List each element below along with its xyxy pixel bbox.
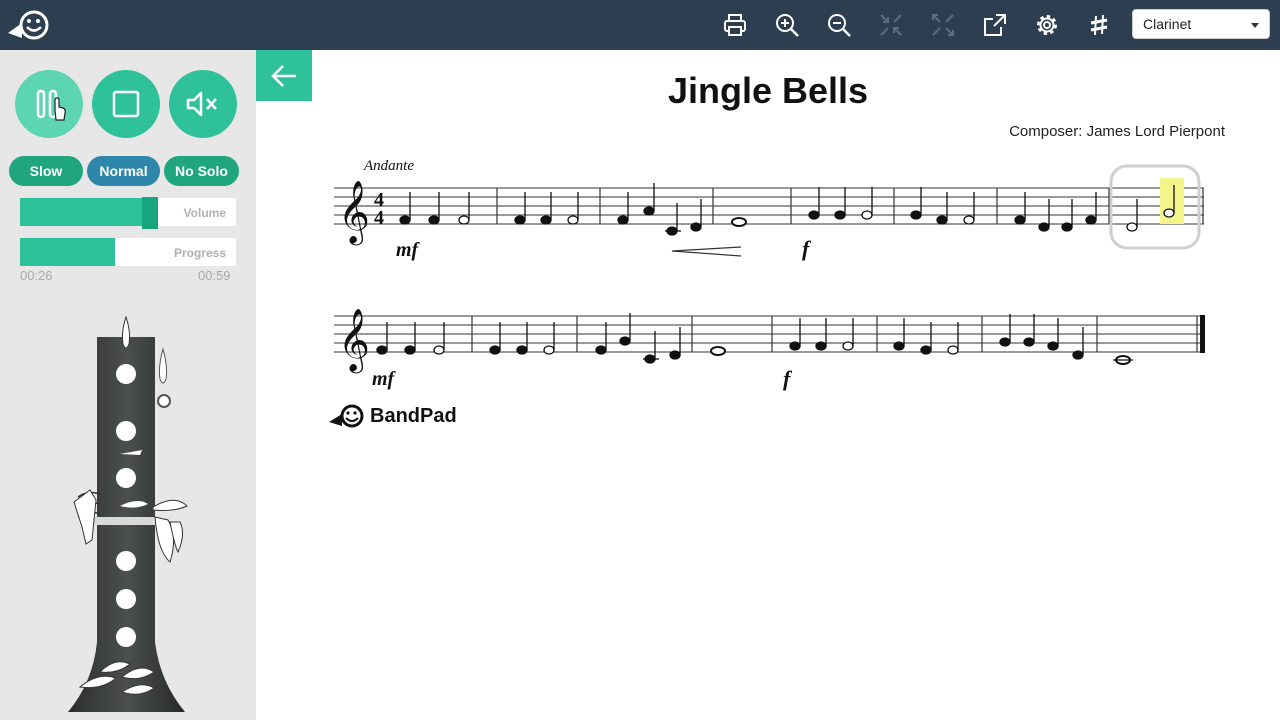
- current-time: 00:26: [20, 268, 53, 283]
- no-solo-button[interactable]: No Solo: [164, 156, 239, 186]
- final-barline: [1200, 315, 1205, 353]
- print-icon[interactable]: [719, 9, 751, 41]
- bandpad-logo-icon[interactable]: [6, 6, 52, 44]
- treble-clef-icon: 𝄞: [338, 308, 370, 374]
- volume-label: Volume: [183, 206, 226, 220]
- normal-speed-button[interactable]: Normal: [87, 156, 160, 186]
- player-sidebar: Slow Normal No Solo Volume Progress 00:2…: [0, 50, 256, 720]
- mute-button[interactable]: [169, 70, 237, 138]
- current-measure-highlight: [1109, 164, 1201, 250]
- arrow-left-icon: [271, 64, 296, 87]
- dynamic-mf-1: mf: [396, 239, 421, 261]
- progress-label: Progress: [173, 246, 226, 260]
- mute-icon: [186, 91, 217, 117]
- dynamic-mf-2: mf: [372, 368, 397, 390]
- pause-icon: [36, 89, 66, 121]
- time-signature-bottom: 4: [374, 207, 384, 229]
- instrument-select-value: Clarinet: [1143, 16, 1192, 32]
- settings-icon[interactable]: [1031, 9, 1063, 41]
- chevron-down-icon: [1251, 23, 1259, 28]
- dynamic-f-2: f: [783, 366, 793, 391]
- stop-icon: [112, 90, 140, 118]
- crescendo-hairpin: [671, 246, 742, 257]
- progress-bar[interactable]: Progress: [20, 238, 236, 266]
- collapse-icon[interactable]: [875, 9, 907, 41]
- expand-icon[interactable]: [927, 9, 959, 41]
- brand-name: BandPad: [370, 404, 457, 427]
- open-external-icon[interactable]: [979, 9, 1011, 41]
- progress-fill: [20, 238, 116, 266]
- back-button[interactable]: [256, 50, 312, 101]
- zoom-out-icon[interactable]: [823, 9, 855, 41]
- sheet-music: Andante 𝄞 4 4 mf f 𝄞 mf f: [334, 158, 1205, 391]
- volume-fill: [20, 198, 150, 226]
- staff-1-notes: [399, 183, 1138, 236]
- top-bar: Clarinet: [0, 0, 1280, 50]
- zoom-in-icon[interactable]: [771, 9, 803, 41]
- volume-handle[interactable]: [141, 197, 158, 229]
- staff-2: [334, 315, 1204, 353]
- pause-button[interactable]: [15, 70, 83, 138]
- composer-credit: Composer: James Lord Pierpont: [1009, 123, 1225, 140]
- bandpad-brand: BandPad: [328, 402, 457, 430]
- slow-speed-button[interactable]: Slow: [9, 156, 83, 186]
- tempo-marking: Andante: [363, 158, 414, 174]
- clarinet-fingering-diagram: [68, 315, 188, 712]
- bandpad-logo-icon: [329, 404, 364, 428]
- treble-clef-icon: 𝄞: [338, 180, 370, 246]
- instrument-select[interactable]: Clarinet: [1132, 9, 1270, 39]
- sharp-icon[interactable]: [1083, 9, 1115, 41]
- stop-button[interactable]: [92, 70, 160, 138]
- staff-2-notes: [376, 313, 1133, 365]
- total-time: 00:59: [198, 268, 231, 283]
- score-title: Jingle Bells: [667, 70, 869, 111]
- dynamic-f-1: f: [802, 236, 812, 261]
- volume-slider[interactable]: Volume: [20, 197, 236, 229]
